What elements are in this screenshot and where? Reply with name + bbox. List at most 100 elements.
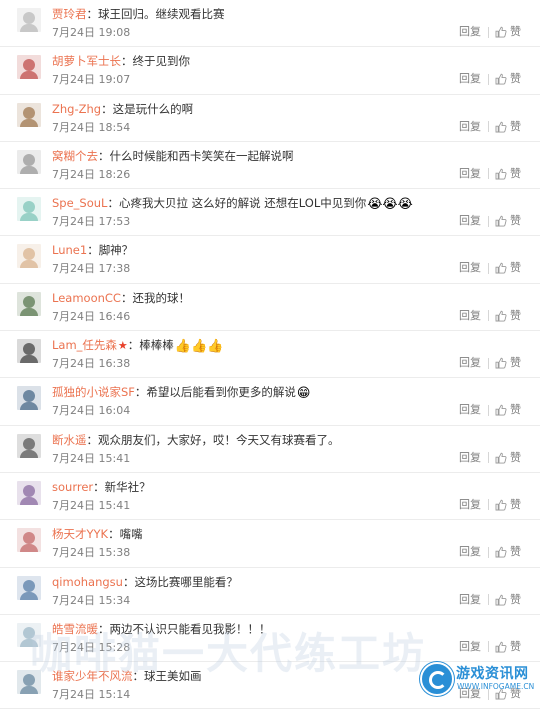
comment-username[interactable]: LeamoonCC (52, 291, 121, 305)
like-button[interactable]: 赞 (495, 120, 521, 134)
like-button[interactable]: 赞 (495, 72, 521, 86)
avatar[interactable] (17, 8, 41, 32)
like-label: 赞 (510, 356, 521, 370)
comment-username[interactable]: Spe_SouL (52, 196, 107, 210)
reply-button[interactable]: 回复 (459, 593, 481, 607)
like-label: 赞 (510, 308, 521, 322)
avatar-body (20, 165, 38, 174)
comment-colon: ： (122, 574, 135, 589)
reply-button[interactable]: 回复 (459, 167, 481, 181)
thumbs-up-icon (495, 121, 507, 133)
like-button[interactable]: 赞 (495, 640, 521, 654)
like-button[interactable]: 赞 (495, 356, 521, 370)
avatar[interactable] (17, 197, 41, 222)
action-separator (488, 262, 489, 274)
like-button[interactable]: 赞 (495, 593, 521, 607)
comment-item: sourrer：新华社？ 7月24日 15:41 回复 赞 (0, 473, 540, 521)
avatar[interactable] (17, 244, 41, 269)
like-label: 赞 (510, 166, 521, 180)
like-label: 赞 (510, 497, 521, 511)
avatar[interactable] (17, 528, 41, 553)
action-separator (488, 641, 489, 653)
comment-text: 脚神？ (98, 243, 134, 258)
comment-line: 胡萝卜军士长：终于见到你 (52, 53, 190, 69)
comment-text: 两边不认识只能看见我影！！！ (109, 621, 271, 636)
comment-actions: 回复 赞 (459, 545, 521, 559)
avatar-face (23, 153, 35, 166)
comment-username[interactable]: 断水遥 (52, 433, 87, 447)
reply-button[interactable]: 回复 (459, 403, 481, 417)
like-button[interactable]: 赞 (495, 403, 521, 417)
comment-username[interactable]: Lune1 (52, 243, 87, 257)
avatar[interactable] (17, 480, 41, 505)
comment-username[interactable]: 皓雪流暖 (52, 622, 98, 636)
reply-button[interactable]: 回复 (459, 261, 481, 275)
like-button[interactable]: 赞 (495, 167, 521, 181)
like-button[interactable]: 赞 (495, 545, 521, 559)
comment-username[interactable]: Lam_任先森 (52, 338, 117, 352)
avatar[interactable] (17, 149, 41, 174)
thumbs-up-icon (495, 546, 507, 558)
comment-username[interactable]: sourrer (52, 480, 93, 494)
thumbs-up-icon (495, 73, 507, 85)
comment-colon: ： (98, 621, 110, 636)
avatar[interactable] (17, 55, 41, 80)
reply-button[interactable]: 回复 (459, 640, 481, 654)
thumbs-up-icon (495, 688, 507, 700)
action-separator (488, 688, 489, 700)
comment-text: 这是玩什么的啊 (112, 101, 194, 116)
action-separator (488, 499, 489, 511)
comment-item: Lam_任先森★：棒棒棒👍👍👍 7月24日 16:38 回复 赞 (0, 331, 540, 379)
avatar-face (23, 248, 35, 261)
avatar[interactable] (17, 102, 41, 127)
like-button[interactable]: 赞 (495, 261, 521, 275)
avatar[interactable] (17, 670, 41, 695)
reply-button[interactable]: 回复 (459, 498, 481, 512)
action-separator (488, 594, 489, 606)
avatar[interactable] (17, 291, 41, 316)
reply-button[interactable]: 回复 (459, 309, 481, 323)
like-button[interactable]: 赞 (495, 498, 521, 512)
reply-button[interactable]: 回复 (459, 25, 481, 39)
comment-line: Zhg-Zhg：这是玩什么的啊 (52, 101, 193, 117)
comment-username[interactable]: 贾玲君 (52, 7, 87, 21)
avatar[interactable] (17, 339, 41, 364)
avatar[interactable] (17, 575, 41, 600)
reply-button[interactable]: 回复 (459, 451, 481, 465)
thumbs-up-icon (495, 641, 507, 653)
like-button[interactable]: 赞 (495, 687, 521, 701)
reply-button[interactable]: 回复 (459, 687, 481, 701)
comment-username[interactable]: 窝糊个去 (52, 149, 98, 163)
like-label: 赞 (510, 450, 521, 464)
comment-line: Spe_SouL：心疼我大贝拉 这么好的解说 还想在LOL中见到你😭😭😭 (52, 195, 413, 213)
like-button[interactable]: 赞 (495, 25, 521, 39)
comment-username[interactable]: 杨天才YYK (52, 527, 108, 541)
reply-button[interactable]: 回复 (459, 356, 481, 370)
comment-username[interactable]: qimohangsu (52, 575, 123, 589)
comment-username[interactable]: 谁家少年不风流 (52, 669, 133, 683)
comment-timestamp: 7月24日 15:41 (52, 498, 131, 512)
comment-username[interactable]: 孤独的小说家SF (52, 385, 135, 399)
avatar[interactable] (17, 433, 41, 458)
avatar[interactable] (17, 622, 41, 647)
like-button[interactable]: 赞 (495, 451, 521, 465)
avatar-face (23, 626, 35, 639)
like-label: 赞 (510, 545, 521, 559)
comment-actions: 回复 赞 (459, 214, 521, 228)
thumbs-up-icon (495, 310, 507, 322)
comment-colon: ： (134, 385, 147, 400)
comment-username[interactable]: Zhg-Zhg (52, 102, 101, 116)
avatar-face (23, 390, 35, 403)
comment-colon: ： (132, 669, 145, 684)
reply-button[interactable]: 回复 (459, 72, 481, 86)
reply-button[interactable]: 回复 (459, 214, 481, 228)
avatar-face (23, 579, 35, 592)
like-button[interactable]: 赞 (495, 309, 521, 323)
reply-button[interactable]: 回复 (459, 545, 481, 559)
reply-button[interactable]: 回复 (459, 120, 481, 134)
comment-username[interactable]: 胡萝卜军士长 (52, 54, 121, 68)
like-label: 赞 (510, 639, 521, 653)
like-button[interactable]: 赞 (495, 214, 521, 228)
thumbs-up-icon (495, 452, 507, 464)
avatar[interactable] (17, 386, 41, 411)
